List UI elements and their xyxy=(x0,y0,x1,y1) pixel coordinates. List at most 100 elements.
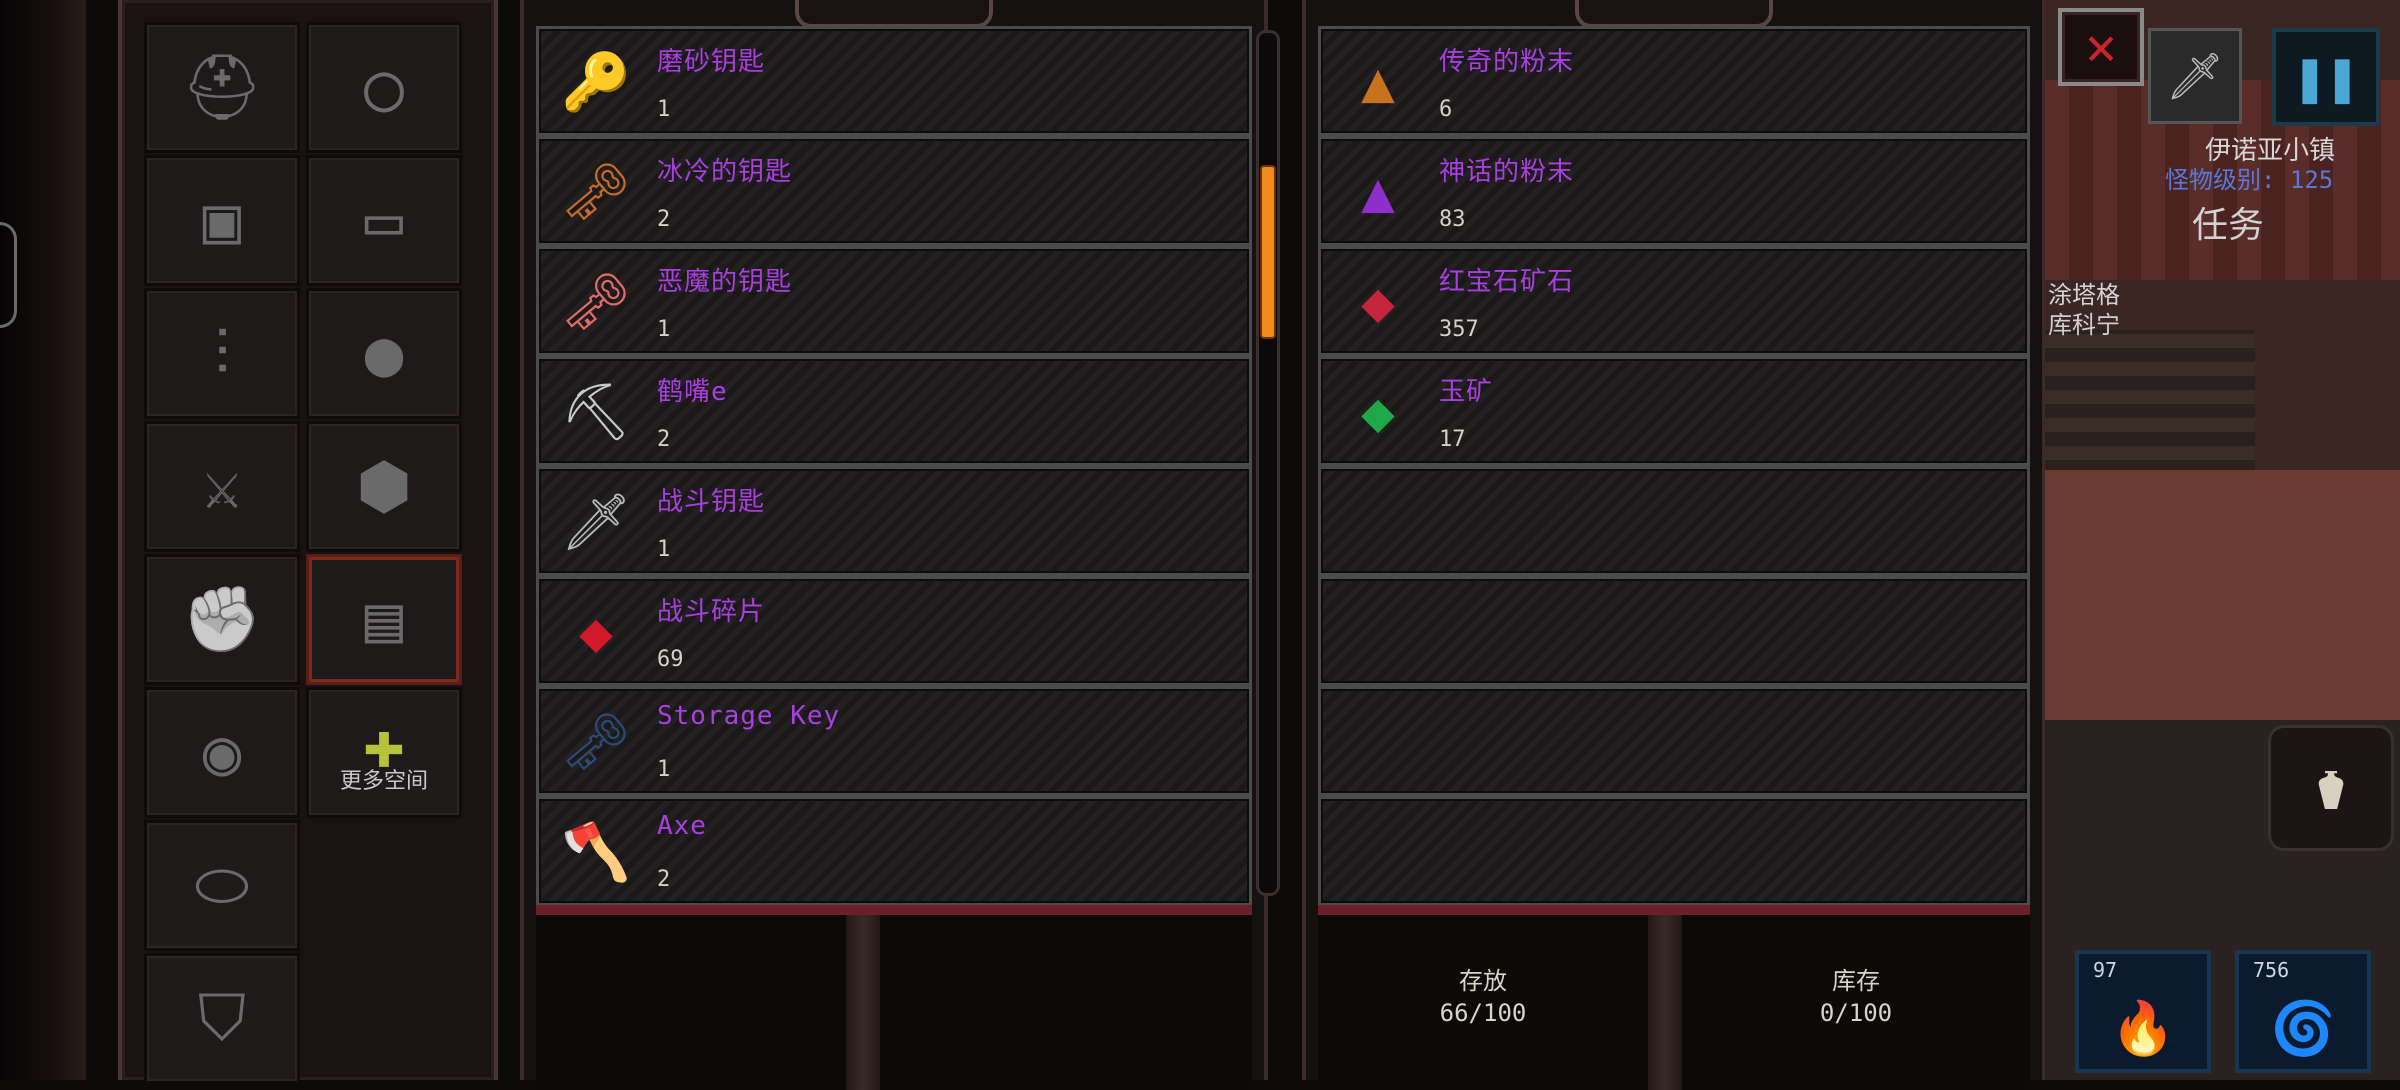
inventory-item-count: 1 xyxy=(657,537,671,562)
inventory-item-name: 战斗碎片 xyxy=(657,597,766,627)
ring-icon: ◯ xyxy=(364,50,404,125)
bracelet-slot[interactable]: ⬭ xyxy=(144,820,300,951)
footer-divider xyxy=(1648,915,1682,1090)
weapon-slot[interactable]: ⚔ xyxy=(144,421,300,552)
skill-2-icon: 🌀 xyxy=(2270,999,2336,1059)
more-space-label: 更多空间 xyxy=(339,769,428,794)
equipment-panel: ⛑ ◯ ▣ ▭ ⫶ ● ⚔ ⬢ ✊ ▤ ◉ ✚ 更多空间 ⬭ ⛉ xyxy=(118,0,498,1084)
storage-item-count: 357 xyxy=(1439,317,1479,342)
storage-row[interactable]: ▲ 传奇的粉末 6 xyxy=(1318,26,2030,136)
scrollbar-thumb[interactable] xyxy=(1260,165,1276,339)
storage-item-name: 传奇的粉末 xyxy=(1439,47,1575,77)
inventory-item-count: 2 xyxy=(657,867,671,892)
inventory-item-count: 1 xyxy=(657,97,671,122)
storage-item-icon: ▲ xyxy=(1361,49,1395,115)
gloves-icon: ✊ xyxy=(182,583,262,657)
amulet-icon: ◉ xyxy=(202,715,242,790)
storage-row[interactable] xyxy=(1318,466,2030,576)
inventory-row[interactable]: 🗝 恶魔的钥匙 1 xyxy=(536,246,1252,356)
quest-button[interactable]: 任务 xyxy=(2192,196,2264,248)
armor-slot[interactable]: ▣ xyxy=(144,155,300,286)
helmet-slot[interactable]: ⛑ xyxy=(144,22,300,153)
storage-row[interactable] xyxy=(1318,686,2030,796)
inventory-scrollbar[interactable] xyxy=(1256,30,1280,896)
inventory-item-count: 2 xyxy=(657,427,671,452)
storage-stock-label: 库存 xyxy=(1832,967,1880,995)
storage-item-count: 6 xyxy=(1439,97,1453,122)
quest-line-2: 库科宁 xyxy=(2048,311,2120,339)
shield-icon: ⛉ xyxy=(198,981,246,1056)
inventory-row[interactable]: 🗝 冰冷的钥匙 2 xyxy=(536,136,1252,246)
chest-slot[interactable]: ▤ xyxy=(306,554,462,685)
belt-slot[interactable]: ▭ xyxy=(306,155,462,286)
offhand-helmet-slot[interactable]: ⬢ xyxy=(306,421,462,552)
amulet-slot[interactable]: ◉ xyxy=(144,687,300,818)
weapon-icon: ⚔ xyxy=(202,449,242,524)
inventory-item-icon: ◆ xyxy=(579,599,613,665)
storage-row[interactable] xyxy=(1318,576,2030,686)
inventory-item-icon: 🗝 xyxy=(560,270,632,335)
storage-row[interactable]: ◆ 红宝石矿石 357 xyxy=(1318,246,2030,356)
inventory-item-icon: 🔑 xyxy=(561,50,631,115)
storage-row[interactable]: ◆ 玉矿 17 xyxy=(1318,356,2030,466)
storage-store-stat: 存放 66/100 xyxy=(1318,965,1648,1029)
close-icon[interactable]: ✕ xyxy=(2058,8,2144,86)
bracelet-icon: ⬭ xyxy=(194,848,250,923)
inventory-row[interactable]: 🗡 战斗钥匙 1 xyxy=(536,466,1252,576)
more-space-slot[interactable]: ✚ 更多空间 xyxy=(306,687,462,818)
storage-item-icon: ◆ xyxy=(1361,269,1395,335)
storage-panel-header-cap xyxy=(1575,0,1773,28)
boots-slot[interactable]: ⫶ xyxy=(144,288,300,419)
screen-edge xyxy=(0,0,86,1080)
inventory-footer xyxy=(536,905,1252,1090)
inventory-panel-header-cap xyxy=(795,0,993,28)
storage-stock-stat: 库存 0/100 xyxy=(1682,965,2030,1029)
inventory-item-name: 冰冷的钥匙 xyxy=(657,157,793,187)
inventory-item-name: 磨砂钥匙 xyxy=(657,47,766,77)
inventory-item-icon: 🗡 xyxy=(560,490,632,555)
inventory-row[interactable]: 🪓 Axe 2 xyxy=(536,796,1252,906)
inventory-item-name: Storage Key xyxy=(657,701,841,731)
inventory-item-icon: 🗝 xyxy=(560,160,632,225)
inventory-row[interactable]: ⛏ 鹤嘴e 2 xyxy=(536,356,1252,466)
sword-icon[interactable]: 🗡 xyxy=(2148,28,2242,124)
storage-footer: 存放 66/100 库存 0/100 xyxy=(1318,905,2030,1090)
inventory-item-icon: ⛏ xyxy=(560,380,632,445)
inventory-row[interactable]: 🗝 Storage Key 1 xyxy=(536,686,1252,796)
storage-item-icon: ▲ xyxy=(1361,159,1395,225)
storage-item-icon xyxy=(1333,707,1423,777)
shield-slot[interactable]: ⛉ xyxy=(144,953,300,1084)
armor-icon: ▣ xyxy=(202,183,242,258)
monster-level: 怪物级别: 125 xyxy=(2165,166,2334,194)
bomb-icon: ● xyxy=(364,316,404,391)
storage-item-icon xyxy=(1333,487,1423,557)
inventory-item-count: 69 xyxy=(657,647,684,672)
skill-slot-1[interactable]: 97 🔥 xyxy=(2075,950,2211,1073)
potion-icon[interactable]: ⚱ xyxy=(2268,725,2394,851)
inventory-item-count: 2 xyxy=(657,207,671,232)
inventory-row[interactable]: ◆ 战斗碎片 69 xyxy=(536,576,1252,686)
storage-row[interactable] xyxy=(1318,796,2030,906)
storage-item-name: 玉矿 xyxy=(1439,377,1494,407)
storage-item-name: 红宝石矿石 xyxy=(1439,267,1575,297)
belt-icon: ▭ xyxy=(364,183,404,258)
inventory-panel: 🔑 磨砂钥匙 1 🗝 冰冷的钥匙 2 🗝 恶魔的钥匙 1 ⛏ 鹤嘴e 2 🗡 战斗钥匙 1 ◆ 战斗碎片 69 🗝 S… xyxy=(520,0,1268,1090)
skill-slot-2[interactable]: 756 🌀 xyxy=(2235,950,2371,1073)
inventory-row[interactable]: 🔑 磨砂钥匙 1 xyxy=(536,26,1252,136)
gloves-slot[interactable]: ✊ xyxy=(144,554,300,685)
bomb-slot[interactable]: ● xyxy=(306,288,462,419)
boots-icon: ⫶ xyxy=(214,316,230,391)
ring-slot[interactable]: ◯ xyxy=(306,22,462,153)
inventory-item-name: 战斗钥匙 xyxy=(657,487,766,517)
storage-item-icon xyxy=(1333,597,1423,667)
inventory-item-name: 鹤嘴e xyxy=(657,377,728,407)
storage-row[interactable]: ▲ 神话的粉末 83 xyxy=(1318,136,2030,246)
skill-2-count: 756 xyxy=(2253,958,2290,982)
inventory-item-icon: 🗝 xyxy=(560,710,632,775)
storage-stock-value: 0/100 xyxy=(1819,999,1893,1027)
storage-store-value: 66/100 xyxy=(1439,999,1527,1027)
pause-icon[interactable]: ❚❚ xyxy=(2272,28,2380,126)
offhand-helmet-icon: ⬢ xyxy=(356,449,412,524)
chest-icon: ▤ xyxy=(364,582,404,657)
edge-notch xyxy=(0,222,17,328)
